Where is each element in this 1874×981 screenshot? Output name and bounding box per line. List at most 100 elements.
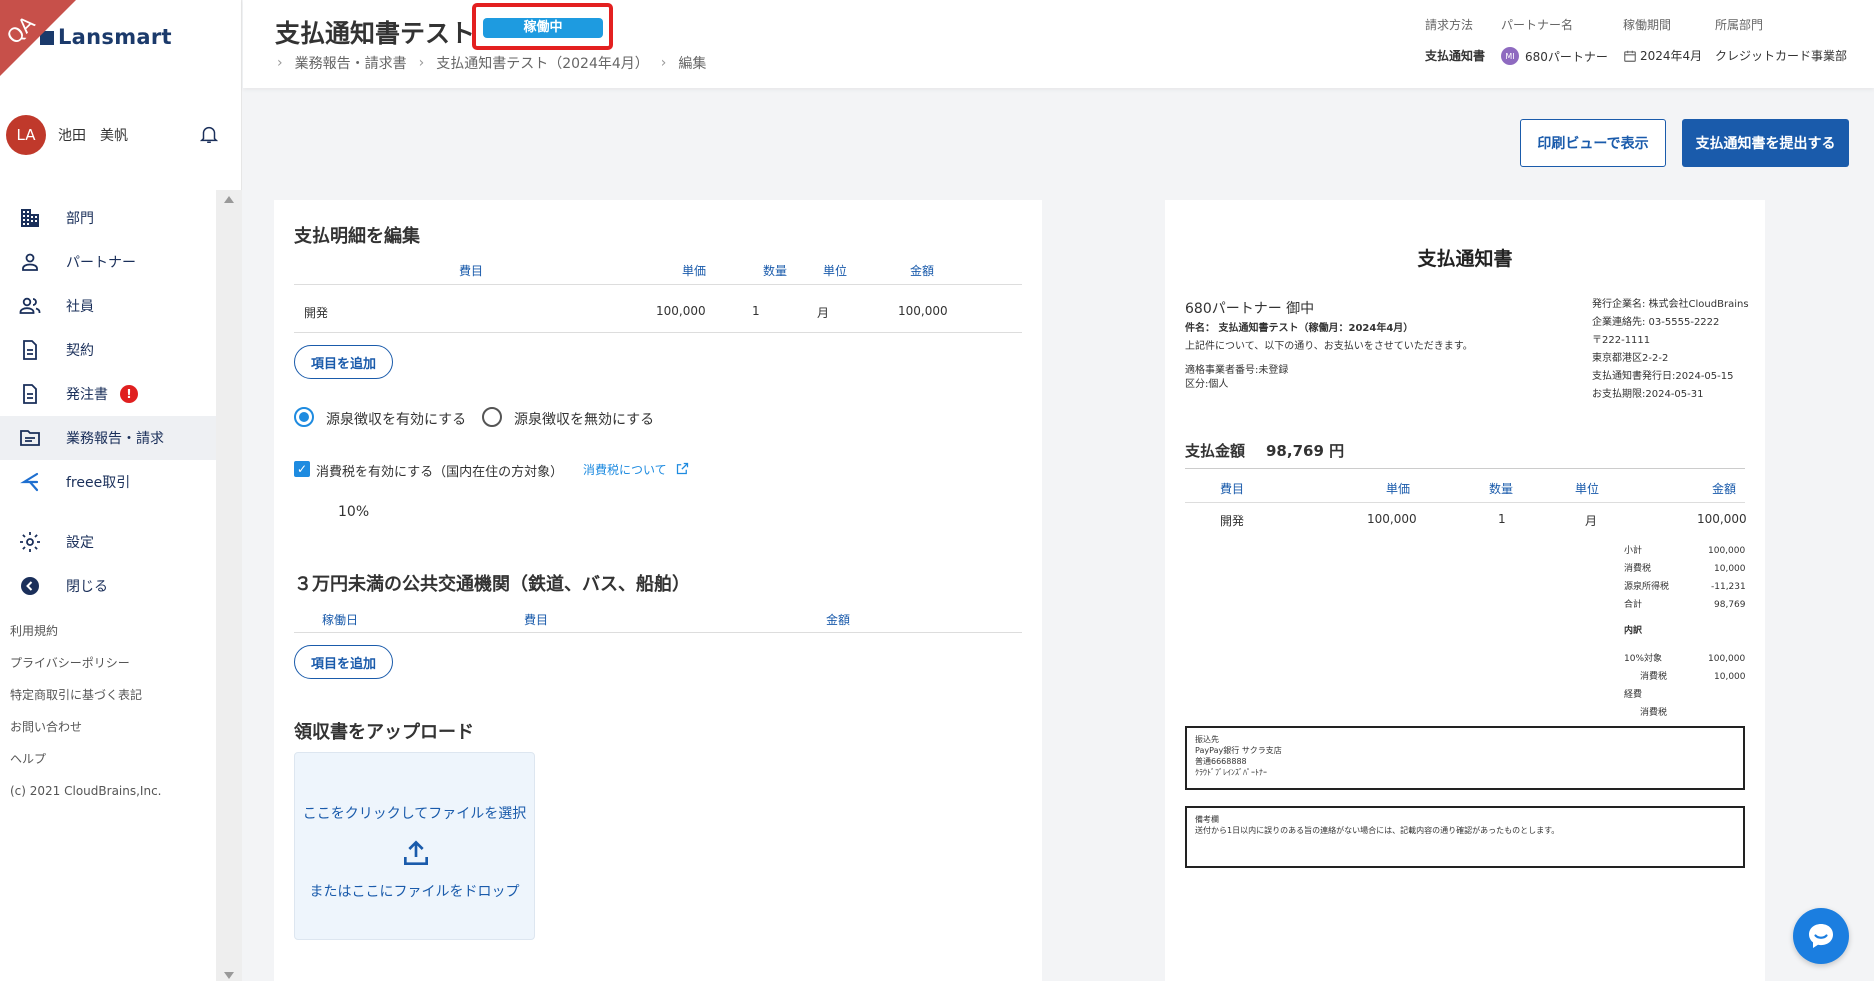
issuer-line: 発行企業名: 株式会社CloudBrains — [1592, 299, 1749, 310]
sidebar-scrollbar[interactable] — [216, 190, 242, 981]
item-cell[interactable]: 開発 — [304, 304, 328, 321]
add-item-button[interactable]: 項目を追加 — [294, 345, 394, 379]
document-icon — [23, 340, 37, 360]
bank-line: PayPay銀行 サクラ支店 — [1195, 746, 1282, 755]
summary-label: 合計 — [1624, 600, 1643, 610]
bell-icon[interactable] — [198, 122, 220, 146]
freee-icon — [20, 472, 39, 492]
column-header: 単位 — [823, 264, 848, 278]
intro-text: 上記件について、以下の通り、お支払いをさせていただきます。 — [1185, 341, 1473, 352]
page-header: 支払通知書テスト 稼働中 › 業務報告・請求書 › 支払通知書テスト（2024年… — [243, 0, 1874, 88]
summary-value: 100,000 — [1708, 546, 1746, 556]
summary-value: -11,231 — [1711, 582, 1746, 592]
sidebar-item-label: 閉じる — [66, 579, 108, 595]
section-title: 領収書をアップロード — [294, 722, 474, 743]
scroll-down-arrow-icon[interactable] — [224, 972, 234, 979]
divider — [1185, 502, 1745, 503]
gear-icon — [20, 532, 40, 552]
print-view-button[interactable]: 印刷ビューで表示 — [1520, 119, 1666, 167]
breadcrumb-item[interactable]: 支払通知書テスト（2024年4月） — [436, 53, 649, 73]
scroll-up-arrow-icon[interactable] — [224, 196, 234, 203]
chat-support-button[interactable] — [1793, 908, 1849, 964]
file-upload-dropzone[interactable]: ここをクリックしてファイルを選択 またはここにファイルをドロップ — [294, 752, 535, 940]
footer-links: 利用規約 プライバシーポリシー 特定商取引に基づく表記 お問い合わせ ヘルプ (… — [10, 622, 162, 814]
edit-payment-card: 支払明細を編集 費目 単価 数量 単位 金額 開発 100,000 1 月 10… — [274, 200, 1042, 981]
sidebar-item-label: 発注書 — [66, 387, 108, 403]
amount-cell: 100,000 — [898, 304, 948, 318]
sidebar-item-employees[interactable]: 社員 — [0, 284, 216, 328]
contact-link[interactable]: お問い合わせ — [10, 718, 162, 750]
tax-info-link[interactable]: 消費税について — [583, 461, 667, 478]
sidebar-item-label: 契約 — [66, 343, 94, 359]
breadcrumb: › 業務報告・請求書 › 支払通知書テスト（2024年4月） › 編集 — [277, 53, 706, 73]
sidebar-item-contracts[interactable]: 契約 — [0, 328, 216, 372]
meta-partner: パートナー名 MI 680パートナー — [1501, 16, 1608, 65]
registration-number: 適格事業者番号:未登録 — [1185, 365, 1289, 376]
meta-value: 2024年4月 — [1640, 49, 1703, 63]
sidebar-item-settings[interactable]: 設定 — [0, 520, 216, 564]
breadcrumb-item[interactable]: 業務報告・請求書 — [295, 53, 407, 73]
building-icon — [21, 209, 39, 227]
sidebar-item-label: 社員 — [66, 299, 94, 315]
sidebar-item-purchase-orders[interactable]: 発注書 ! — [0, 372, 216, 416]
document-icon — [23, 384, 37, 404]
sidebar-item-label: 業務報告・請求 — [66, 431, 164, 447]
divider — [294, 284, 1022, 285]
subject: 件名： 支払通知書テスト（稼働月：2024年4月） — [1185, 323, 1414, 334]
status-badge: 稼働中 — [483, 18, 603, 38]
price-cell[interactable]: 100,000 — [656, 304, 706, 318]
user-profile[interactable]: LA 池田 美帆 — [6, 115, 128, 155]
sidebar-item-label: 部門 — [66, 211, 94, 227]
meta-value: 支払通知書 — [1425, 49, 1486, 63]
column-header: 金額 — [910, 264, 935, 278]
meta-label: 稼働期間 — [1623, 18, 1672, 32]
help-link[interactable]: ヘルプ — [10, 750, 162, 782]
user-name: 池田 美帆 — [58, 128, 128, 144]
radio-label: 源泉徴収を有効にする — [326, 412, 467, 428]
sidebar-item-close[interactable]: 閉じる — [0, 564, 216, 608]
tax-checkbox[interactable]: ✓ — [294, 461, 310, 477]
amount-cell: 100,000 — [1697, 512, 1747, 526]
breakdown-title: 内訳 — [1624, 626, 1643, 636]
breakdown-label: 消費税 — [1640, 708, 1668, 718]
remarks-text: 送付から1日以内に誤りのある旨の連絡がない場合には、記載内容の通り確認があったも… — [1195, 826, 1560, 835]
sidebar-item-partners[interactable]: パートナー — [0, 240, 216, 284]
submit-notice-button[interactable]: 支払通知書を提出する — [1682, 119, 1849, 167]
withholding-on-radio[interactable] — [294, 407, 314, 427]
breakdown-label: 消費税 — [1640, 672, 1668, 682]
bank-info-box: 振込先 PayPay銀行 サクラ支店 普通6668888 ｸﾗｳﾄﾞﾌﾞﾚｲﾝｽ… — [1185, 726, 1745, 790]
sidebar-item-departments[interactable]: 部門 — [0, 196, 216, 240]
radio-label: 源泉徴収を無効にする — [514, 412, 655, 428]
people-icon — [19, 297, 41, 314]
meta-value: クレジットカード事業部 — [1715, 49, 1848, 63]
qty-cell[interactable]: 1 — [752, 304, 760, 318]
copyright: (c) 2021 CloudBrains,Inc. — [10, 784, 162, 798]
external-link-icon[interactable] — [675, 461, 690, 476]
summary-label: 小計 — [1624, 546, 1643, 556]
privacy-link[interactable]: プライバシーポリシー — [10, 654, 162, 686]
calendar-icon — [1624, 50, 1636, 62]
chevron-right-icon: › — [277, 55, 283, 71]
meta-label: パートナー名 — [1501, 18, 1574, 32]
add-transport-button[interactable]: 項目を追加 — [294, 645, 394, 679]
summary-label: 消費税 — [1624, 564, 1652, 574]
total-value: 98,769 円 — [1266, 442, 1345, 460]
remarks-label: 備考欄 — [1195, 815, 1219, 824]
notice-preview: 支払通知書 680パートナー 御中 件名： 支払通知書テスト（稼働月：2024年… — [1165, 200, 1765, 981]
checkbox-label: 消費税を有効にする（国内在住の方対象） — [316, 465, 564, 480]
breakdown-value: 10,000 — [1714, 672, 1746, 682]
preview-title: 支払通知書 — [1417, 248, 1513, 270]
commerce-law-link[interactable]: 特定商取引に基づく表記 — [10, 686, 162, 718]
bank-line: 普通6668888 — [1195, 757, 1247, 766]
total-label: 支払金額 — [1185, 442, 1246, 460]
unit-cell[interactable]: 月 — [817, 304, 829, 321]
withholding-off-radio[interactable] — [482, 407, 502, 427]
breakdown-value: 100,000 — [1708, 654, 1746, 664]
terms-link[interactable]: 利用規約 — [10, 622, 162, 654]
sidebar-item-reports-billing[interactable]: 業務報告・請求 — [0, 416, 216, 460]
upload-icon — [404, 840, 428, 865]
sidebar-item-freee[interactable]: freee取引 — [0, 460, 216, 504]
breadcrumb-item: 編集 — [678, 56, 707, 72]
remarks-box: 備考欄 送付から1日以内に誤りのある旨の連絡がない場合には、記載内容の通り確認が… — [1185, 806, 1745, 868]
issuer-line: 支払通知書発行日:2024-05-15 — [1592, 371, 1734, 382]
